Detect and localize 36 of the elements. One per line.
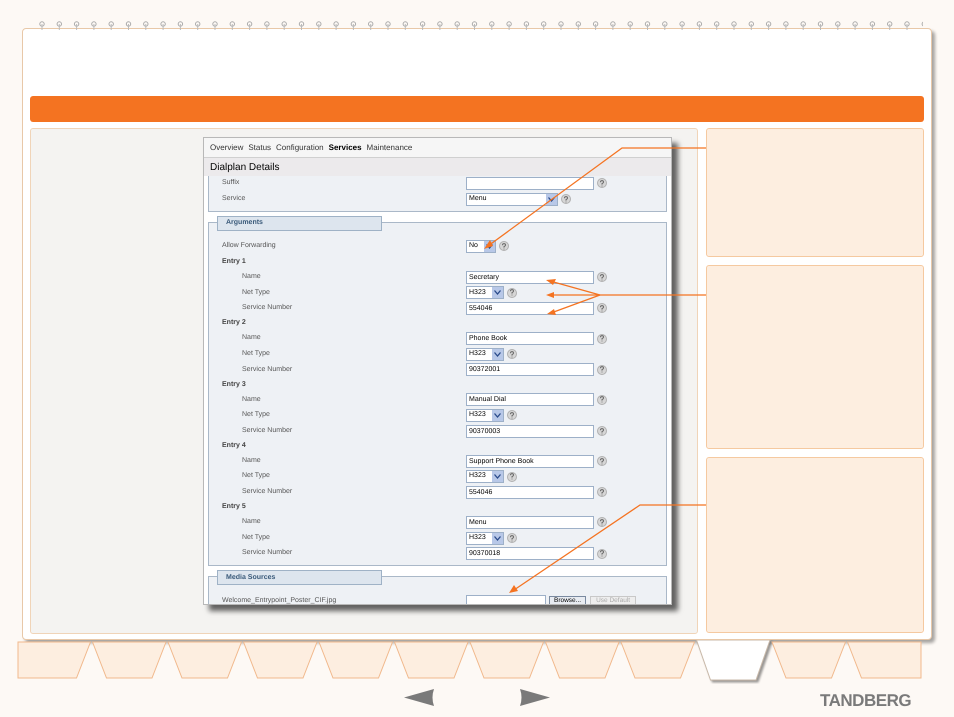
input-field[interactable]	[466, 176, 594, 190]
page-title: Dialplan Details	[210, 160, 280, 174]
chevron-down-icon[interactable]	[486, 244, 493, 248]
chevron-down-icon[interactable]	[494, 352, 501, 357]
help-icon[interactable]	[597, 487, 607, 498]
help-icon[interactable]	[507, 533, 517, 544]
chevron-down-icon[interactable]	[548, 196, 555, 202]
help-icon[interactable]	[507, 349, 517, 360]
nav-link[interactable]: Configuration	[276, 142, 324, 154]
input-field[interactable]	[466, 594, 546, 604]
help-icon[interactable]	[561, 194, 571, 204]
chevron-down-icon[interactable]	[494, 412, 501, 418]
next-arrow-icon[interactable]	[517, 689, 550, 706]
nav-link[interactable]: Overview	[210, 142, 244, 154]
nav-link[interactable]: Maintenance	[366, 142, 412, 154]
help-icon[interactable]	[507, 288, 517, 298]
nav-link[interactable]: Services	[328, 142, 362, 154]
chevron-down-icon[interactable]	[494, 290, 501, 296]
previous-arrow-icon[interactable]	[404, 689, 437, 706]
nav-link[interactable]: Status	[248, 142, 272, 154]
help-icon[interactable]	[507, 410, 517, 420]
help-icon[interactable]	[499, 241, 509, 251]
help-icon[interactable]	[597, 394, 607, 405]
help-icon[interactable]	[597, 548, 607, 559]
help-icon[interactable]	[507, 472, 517, 482]
chevron-down-icon[interactable]	[494, 536, 501, 541]
help-icon[interactable]	[597, 303, 607, 314]
help-icon[interactable]	[597, 426, 607, 436]
help-icon[interactable]	[597, 364, 607, 375]
help-icon[interactable]	[597, 178, 607, 188]
help-icon[interactable]	[597, 334, 607, 344]
help-icon[interactable]	[597, 456, 607, 466]
help-icon[interactable]	[597, 272, 607, 282]
logo: TANDBERG	[820, 690, 912, 712]
help-icon[interactable]	[597, 517, 607, 528]
chevron-down-icon[interactable]	[494, 474, 501, 480]
